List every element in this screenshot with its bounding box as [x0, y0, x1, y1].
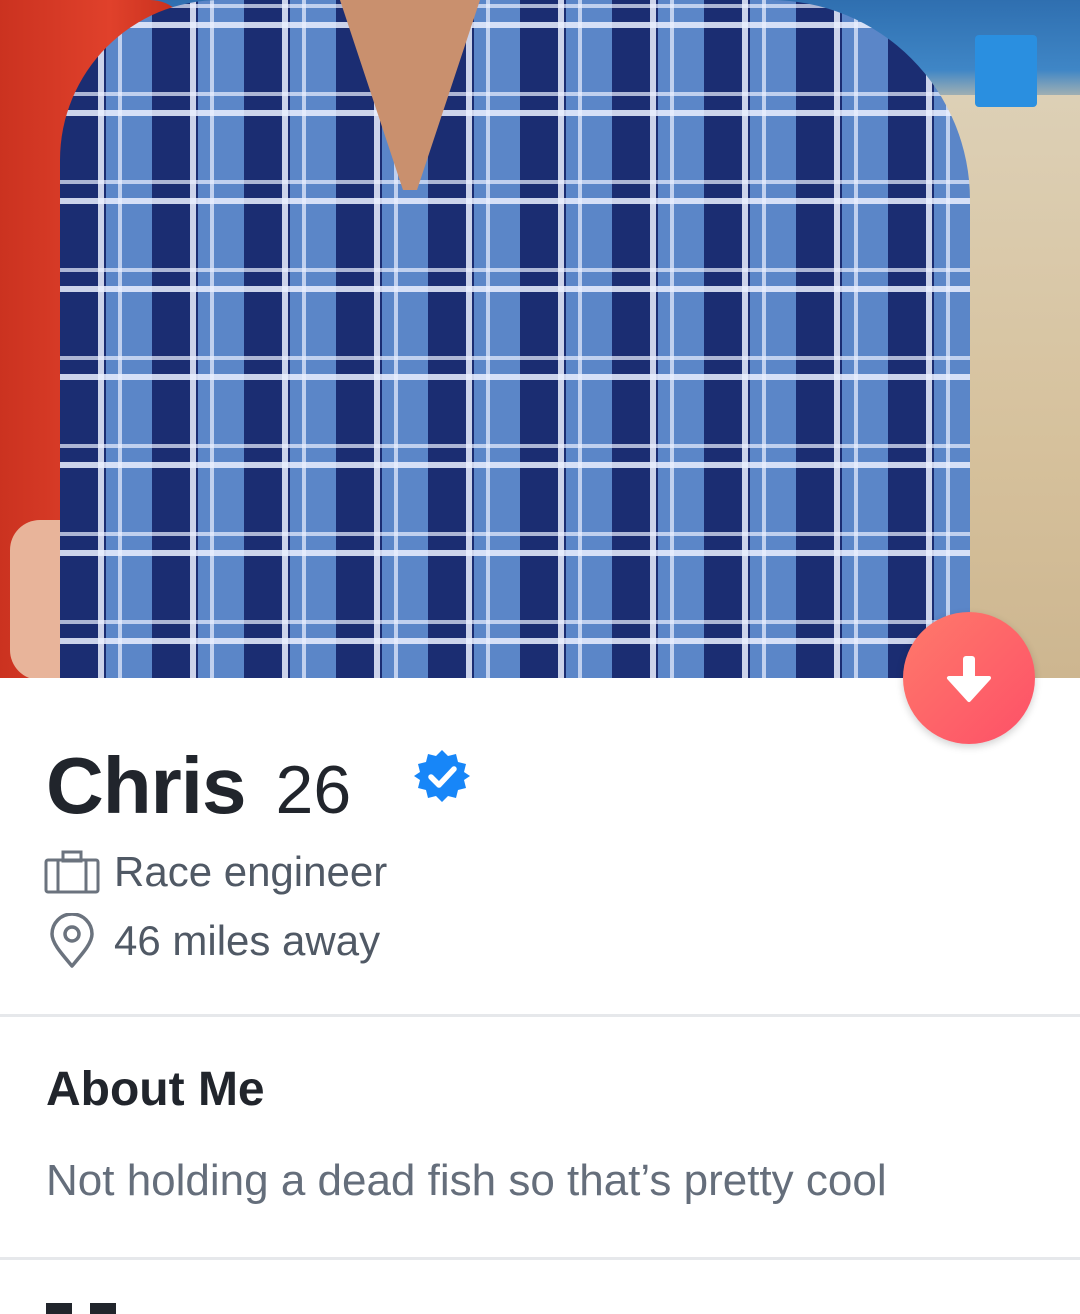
distance-row: 46 miles away — [44, 913, 380, 969]
profile-age: 26 — [275, 752, 352, 828]
next-section-heading-cropped — [46, 1302, 166, 1314]
beach-chair — [975, 35, 1037, 107]
profile-name: Chris — [46, 741, 246, 830]
arrow-down-icon — [947, 656, 991, 702]
divider — [0, 1014, 1080, 1017]
plaid-shirt — [60, 0, 970, 678]
divider — [0, 1257, 1080, 1260]
name-age-row: Chris 26 — [46, 740, 351, 832]
distance-text: 46 miles away — [114, 917, 381, 964]
collapse-profile-button[interactable] — [903, 612, 1035, 744]
about-me-heading: About Me — [46, 1063, 265, 1116]
about-me-text: Not holding a dead fish so that’s pretty… — [46, 1156, 887, 1205]
job-row: Race engineer — [44, 844, 387, 900]
briefcase-icon — [44, 844, 100, 900]
job-title: Race engineer — [114, 848, 388, 895]
verified-badge-icon — [414, 750, 470, 802]
profile-photo[interactable] — [0, 0, 1080, 678]
location-pin-icon — [44, 913, 100, 969]
